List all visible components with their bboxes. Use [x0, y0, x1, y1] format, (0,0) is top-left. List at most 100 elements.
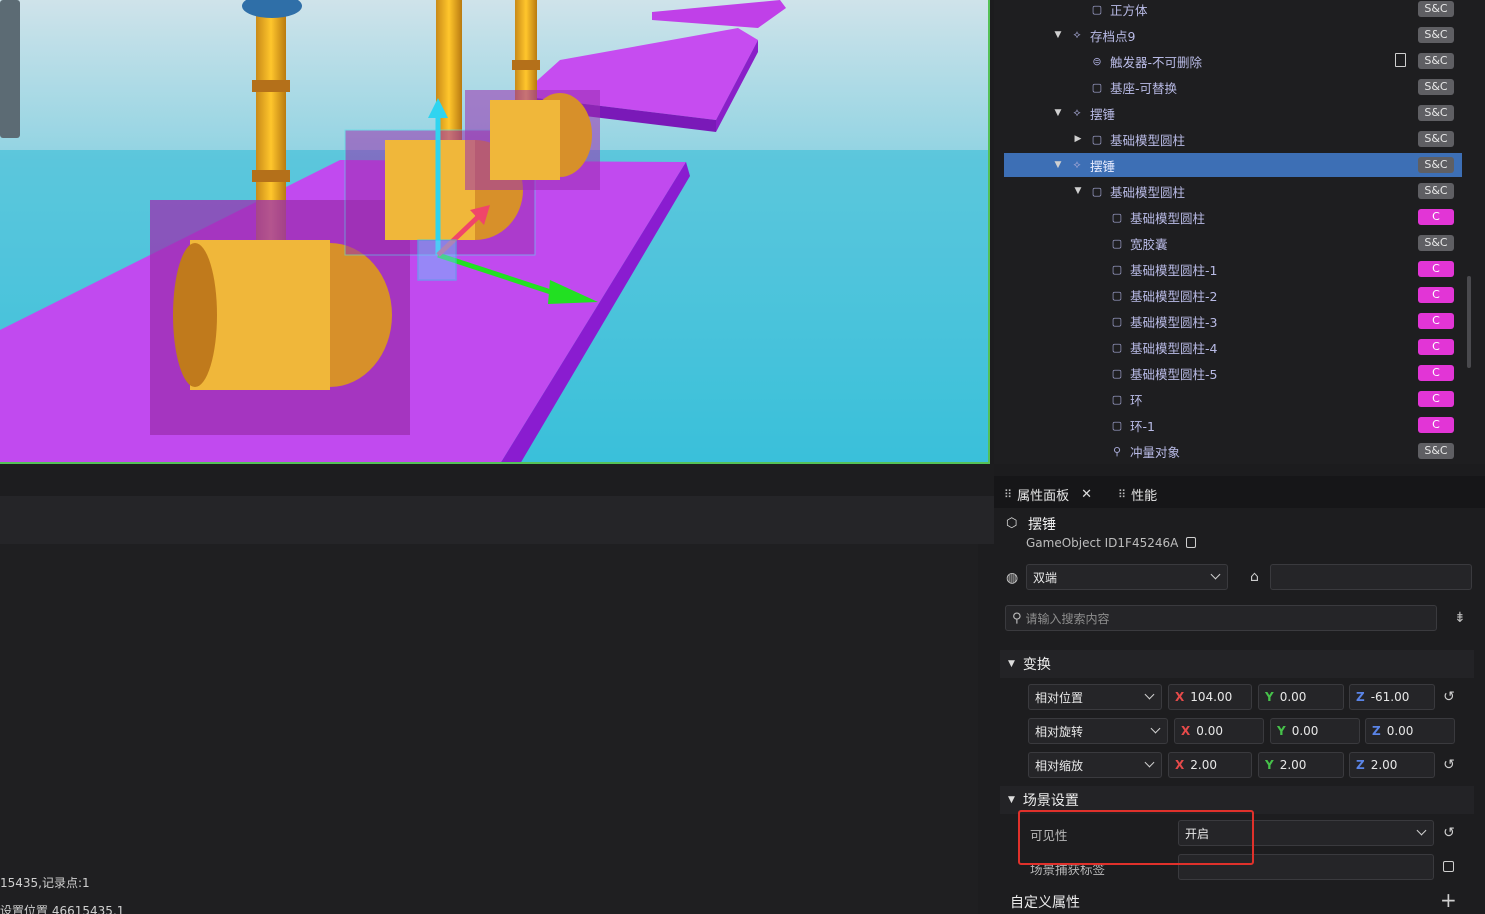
hierarchy-row[interactable]: ▢ 基础模型圆柱-3 C [1004, 309, 1462, 333]
scale-x-field[interactable]: X 2.00 [1168, 752, 1252, 778]
x-axis-label: X [1175, 690, 1185, 704]
hierarchy-row[interactable]: ▼ ⟡ 存档点9 S&C [1004, 23, 1462, 47]
hierarchy-row[interactable]: ▢ 基础模型圆柱-4 C [1004, 335, 1462, 359]
hierarchy-row[interactable]: ▼ ⟡ 摆锤 S&C [1004, 153, 1462, 177]
scale-y-value: 2.00 [1279, 758, 1307, 772]
sync-badge: C [1418, 417, 1454, 433]
hierarchy-row-label: 冲量对象 [1130, 444, 1181, 460]
net-mode-value: 双端 [1033, 570, 1058, 585]
scene-hierarchy[interactable]: ▢ 正方体 S&C ▼ ⟡ 存档点9 S&C ⊜ 触发器-不可删除 S&C ▢ 基座-可替换 S&C ▼ ⟡… [994, 0, 1485, 464]
cube-icon: ▢ [1111, 340, 1123, 354]
hierarchy-row[interactable]: ▼ ▢ 基础模型圆柱 S&C [1004, 179, 1462, 203]
tab-performance-label: 性能 [1131, 488, 1158, 504]
position-x-field[interactable]: X 104.00 [1168, 684, 1252, 710]
collapse-all-icon[interactable]: ⇟ [1454, 610, 1466, 626]
cube-icon: ▢ [1091, 184, 1103, 198]
expand-arrow-icon[interactable]: ▼ [1052, 108, 1064, 118]
hierarchy-row[interactable]: ▢ 基础模型圆柱-2 C [1004, 283, 1462, 307]
hierarchy-row[interactable]: ▼ ⟡ 摆锤 S&C [1004, 101, 1462, 125]
hierarchy-row[interactable]: ▢ 基座-可替换 S&C [1004, 75, 1462, 99]
sync-badge: C [1418, 261, 1454, 277]
rotation-y-field[interactable]: Y 0.00 [1270, 718, 1360, 744]
hierarchy-scrollbar[interactable] [1467, 276, 1471, 368]
hierarchy-row[interactable]: ▢ 宽胶囊 S&C [1004, 231, 1462, 255]
expand-arrow-icon[interactable]: ▼ [1052, 30, 1064, 40]
cube-icon: ▢ [1111, 236, 1123, 250]
sync-badge: S&C [1418, 53, 1454, 69]
rotation-z-value: 0.00 [1386, 724, 1414, 738]
collapse-arrow-icon[interactable]: ▶ [1072, 134, 1084, 144]
hierarchy-row-label: 存档点9 [1090, 28, 1136, 44]
document-icon[interactable] [1395, 53, 1406, 67]
x-axis-label: X [1175, 758, 1185, 772]
cube-icon: ▢ [1091, 2, 1103, 16]
hierarchy-row[interactable]: ▢ 基础模型圆柱-1 C [1004, 257, 1462, 281]
output-panel: 15435,记录点:1 设置位置 46615435,1 [0, 464, 994, 914]
hierarchy-row-label: 基础模型圆柱-1 [1130, 262, 1218, 278]
scale-y-field[interactable]: Y 2.00 [1258, 752, 1344, 778]
hierarchy-row[interactable]: ⚲ 冲量对象 S&C [1004, 439, 1462, 463]
editor-window: 15435,记录点:1 设置位置 46615435,1 ▢ 正方体 S&C ▼ ⟡ 存档点… [0, 0, 1485, 914]
hierarchy-row[interactable]: ▢ 环 C [1004, 387, 1462, 411]
property-search-input[interactable]: ⚲ 请输入搜索内容 [1005, 605, 1437, 631]
search-icon: ⚲ [1012, 610, 1022, 626]
scene-render [0, 0, 988, 462]
position-x-value: 104.00 [1190, 690, 1233, 704]
y-axis-label: Y [1277, 724, 1286, 738]
z-axis-label: Z [1356, 690, 1365, 704]
close-icon[interactable]: ✕ [1081, 487, 1092, 502]
position-y-field[interactable]: Y 0.00 [1258, 684, 1344, 710]
reset-icon[interactable]: ↺ [1442, 758, 1456, 772]
hierarchy-row[interactable]: ▢ 正方体 S&C [1004, 0, 1462, 21]
scale-z-field[interactable]: Z 2.00 [1349, 752, 1435, 778]
sync-badge: S&C [1418, 235, 1454, 251]
output-panel-header [0, 496, 994, 544]
object-cube-icon: ⬡ [1006, 516, 1018, 531]
expand-arrow-icon[interactable]: ▼ [1072, 186, 1084, 196]
tag-input[interactable] [1270, 564, 1472, 590]
position-z-field[interactable]: Z -61.00 [1349, 684, 1435, 710]
expand-triangle-icon: ▼ [1008, 659, 1015, 669]
rotation-mode-select[interactable]: 相对旋转 [1028, 718, 1168, 744]
output-log[interactable]: 15435,记录点:1 设置位置 46615435,1 [0, 544, 978, 914]
sync-badge: C [1418, 287, 1454, 303]
hierarchy-row[interactable]: ▶ ▢ 基础模型圆柱 S&C [1004, 127, 1462, 151]
scene-viewport[interactable] [0, 0, 990, 464]
hierarchy-row[interactable]: ▢ 基础模型圆柱 C [1004, 205, 1462, 229]
reset-icon[interactable]: ↺ [1442, 826, 1456, 840]
hierarchy-row[interactable]: ▢ 基础模型圆柱-5 C [1004, 361, 1462, 385]
position-y-value: 0.00 [1279, 690, 1307, 704]
reset-icon[interactable]: ↺ [1442, 690, 1456, 704]
copy-icon[interactable] [1443, 861, 1454, 872]
cube-icon: ▢ [1111, 314, 1123, 328]
scale-mode-select[interactable]: 相对缩放 [1028, 752, 1162, 778]
rotation-z-field[interactable]: Z 0.00 [1365, 718, 1455, 744]
copy-icon[interactable] [1186, 537, 1197, 548]
object-name: 摆锤 [1028, 517, 1056, 533]
transform-section-header[interactable]: ▼ 变换 [1000, 650, 1474, 678]
drag-handle-icon[interactable]: ⠿ [1118, 488, 1126, 501]
chevron-down-icon [1144, 689, 1155, 700]
cube-icon: ▢ [1091, 80, 1103, 94]
hierarchy-row-label: 基础模型圆柱-3 [1130, 314, 1218, 330]
expand-arrow-icon[interactable]: ▼ [1052, 160, 1064, 170]
cube-icon: ▢ [1111, 418, 1123, 432]
tab-properties[interactable]: ⠿ 属性面板 ✕ [1004, 482, 1092, 506]
hierarchy-row[interactable]: ▢ 环-1 C [1004, 413, 1462, 437]
sync-badge: S&C [1418, 157, 1454, 173]
position-mode-select[interactable]: 相对位置 [1028, 684, 1162, 710]
rotation-x-field[interactable]: X 0.00 [1174, 718, 1264, 744]
rotation-mode-value: 相对旋转 [1035, 724, 1084, 739]
globe-icon: ◍ [1006, 570, 1019, 586]
hierarchy-row-label: 基础模型圆柱-5 [1130, 366, 1218, 382]
net-mode-select[interactable]: 双端 [1026, 564, 1228, 590]
sync-badge: S&C [1418, 1, 1454, 17]
drag-handle-icon[interactable]: ⠿ [1004, 488, 1012, 501]
object-id-text: GameObject ID1F45246A [1026, 536, 1179, 550]
cube-icon: ▢ [1111, 262, 1123, 276]
expand-triangle-icon: ▼ [1008, 795, 1015, 805]
add-icon[interactable]: + [1440, 888, 1457, 912]
tab-performance[interactable]: ⠿ 性能 [1118, 482, 1157, 506]
hierarchy-row[interactable]: ⊜ 触发器-不可删除 S&C [1004, 49, 1462, 73]
sync-badge: S&C [1418, 183, 1454, 199]
